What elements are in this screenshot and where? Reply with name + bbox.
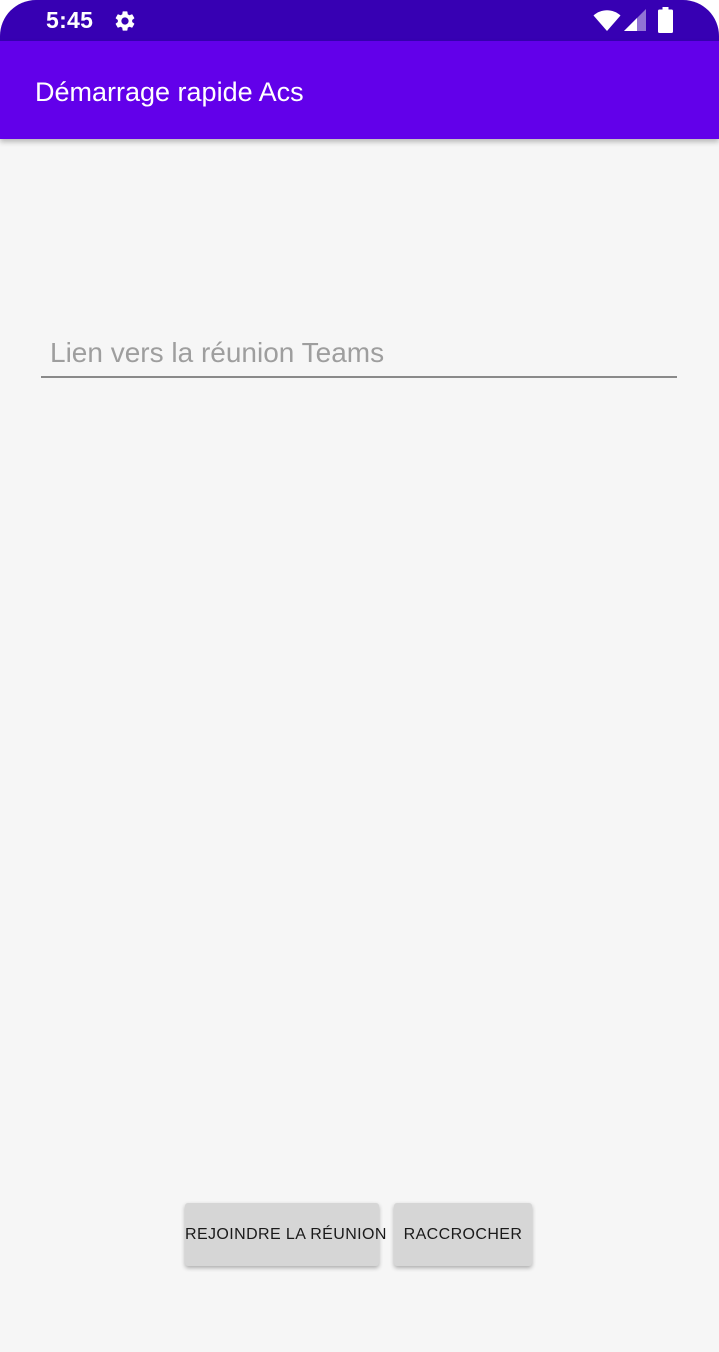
teams-meeting-link-input[interactable]	[41, 330, 677, 378]
app-title: Démarrage rapide Acs	[35, 77, 304, 107]
gear-icon	[115, 11, 135, 31]
signal-icon	[624, 9, 646, 31]
join-meeting-button[interactable]: REJOINDRE LA RÉUNION	[185, 1203, 386, 1266]
wifi-icon	[593, 10, 621, 31]
status-time: 5:45	[46, 7, 94, 33]
hang-up-button[interactable]: RACCROCHER	[394, 1203, 532, 1266]
app-bar: Démarrage rapide Acs	[0, 41, 719, 139]
battery-icon	[658, 7, 673, 33]
app-screen: 5:45 Démarrage rapide Acs REJOINDRE LA R…	[0, 0, 719, 1352]
status-bar: 5:45	[0, 0, 719, 41]
